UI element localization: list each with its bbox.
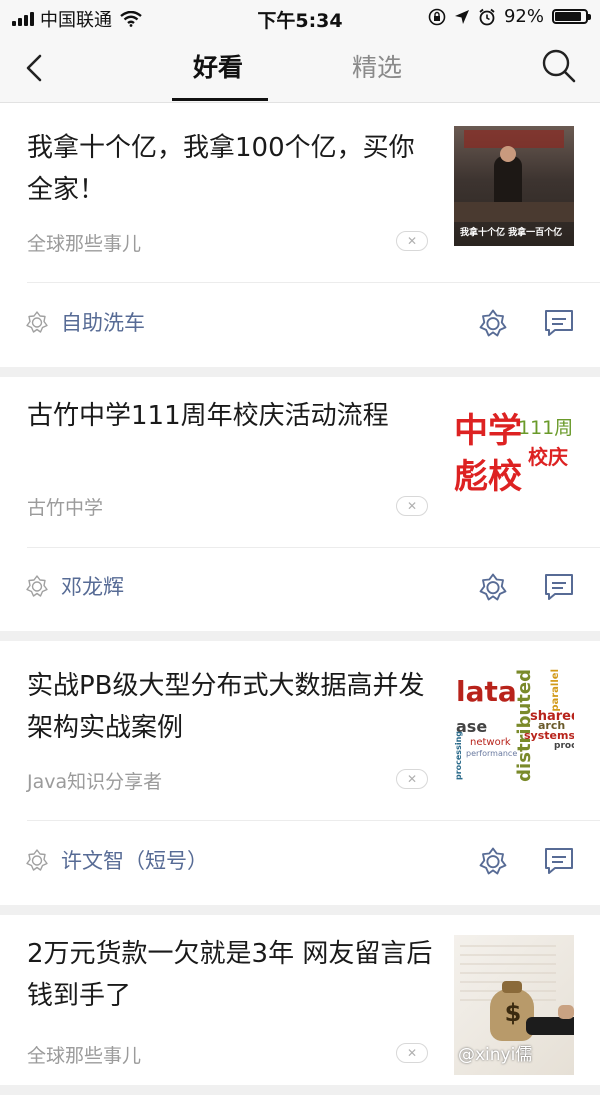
thumbnail-text: 中学: [454, 411, 522, 451]
tab-jingxuan[interactable]: 精选: [352, 48, 402, 84]
friend-recommendation[interactable]: 自助洗车: [25, 307, 145, 337]
wow-button[interactable]: [478, 308, 508, 338]
battery-icon: [552, 9, 591, 24]
alarm-icon: [479, 8, 495, 25]
comment-icon: [545, 574, 573, 600]
comment-icon: [545, 848, 573, 874]
article-title[interactable]: 我拿十个亿，我拿100个亿，买你全家！: [27, 127, 437, 211]
article-title[interactable]: 古竹中学111周年校庆活动流程: [27, 395, 437, 437]
dislike-button[interactable]: ✕: [396, 769, 428, 789]
comment-icon: [545, 310, 573, 336]
thumbnail-caption: 我拿十个亿 我拿一百个亿: [460, 228, 563, 238]
comment-button[interactable]: [543, 308, 575, 338]
thumbnail-word: parallel: [550, 669, 561, 712]
article-source: 全球那些事儿: [27, 1045, 142, 1067]
comment-button[interactable]: [543, 846, 575, 876]
article-thumbnail[interactable]: lata distributed parallel shared ase net…: [454, 669, 574, 789]
article-source: Java知识分享者: [27, 771, 163, 793]
thumbnail-text: 彪校: [454, 457, 522, 497]
thumbnail-word: performance: [466, 749, 518, 758]
wow-icon: [479, 309, 507, 337]
dislike-button[interactable]: ✕: [396, 1043, 428, 1063]
article-feed: 我拿十个亿，我拿100个亿，买你全家！ 全球那些事儿 ✕ 我拿十个亿 我拿一百个…: [0, 103, 600, 1095]
friend-name[interactable]: 许文智（短号）: [61, 845, 208, 875]
thumbnail-word: arch: [538, 719, 566, 732]
friend-recommendation[interactable]: 许文智（短号）: [25, 845, 208, 875]
search-button[interactable]: [540, 47, 578, 85]
tab-haokan[interactable]: 好看: [193, 48, 243, 84]
weibo-watermark: @xinyi儒: [458, 1045, 533, 1065]
active-tab-indicator: [172, 98, 268, 101]
card-footer: 许文智（短号）: [0, 821, 600, 905]
thumbnail-word: processing: [454, 731, 463, 781]
article-thumbnail[interactable]: 我拿十个亿 我拿一百个亿: [454, 126, 574, 246]
battery-level: [555, 12, 581, 21]
article-source: 古竹中学: [27, 497, 104, 519]
thumbnail-word: distributed: [514, 669, 535, 782]
article-title[interactable]: 实战PB级大型分布式大数据高并发架构实战案例: [27, 665, 437, 749]
wow-icon: [479, 573, 507, 601]
wow-button[interactable]: [478, 846, 508, 876]
location-icon: [454, 9, 469, 24]
thumbnail-word: network: [470, 737, 511, 748]
friend-name[interactable]: 邓龙辉: [61, 571, 124, 601]
card-footer: 自助洗车: [0, 283, 600, 367]
back-icon: [26, 54, 42, 82]
wow-icon: [26, 311, 48, 333]
back-button[interactable]: [20, 48, 52, 88]
thumbnail-word: proce: [554, 741, 574, 751]
search-icon: [542, 49, 576, 83]
dislike-button[interactable]: ✕: [396, 231, 428, 251]
article-thumbnail[interactable]: 中学 彪校 111周 校庆: [454, 397, 574, 517]
wow-button[interactable]: [478, 572, 508, 602]
status-bar: 中国联通 下午5:34 92%: [0, 0, 600, 34]
card-footer: 邓龙辉: [0, 547, 600, 631]
money-bag-symbol: $: [504, 999, 522, 1027]
article-card[interactable]: 我拿十个亿，我拿100个亿，买你全家！ 全球那些事儿 ✕ 我拿十个亿 我拿一百个…: [0, 103, 600, 367]
thumbnail-text: 111周: [518, 417, 574, 439]
wow-icon: [26, 575, 48, 597]
article-source: 全球那些事儿: [27, 233, 142, 255]
thumbnail-text: 校庆: [528, 445, 568, 469]
orientation-lock-icon: [428, 8, 446, 25]
battery-percent: 92%: [503, 6, 544, 27]
dislike-button[interactable]: ✕: [396, 496, 428, 516]
friend-recommendation[interactable]: 邓龙辉: [25, 571, 124, 601]
article-card[interactable]: 实战PB级大型分布式大数据高并发架构实战案例 Java知识分享者 ✕ lata …: [0, 641, 600, 905]
nav-bar: 好看 精选: [0, 34, 600, 103]
article-title[interactable]: 2万元货款一欠就是3年 网友留言后钱到手了: [27, 933, 437, 1017]
friend-name[interactable]: 自助洗车: [61, 307, 145, 337]
comment-button[interactable]: [543, 572, 575, 602]
article-card[interactable]: 古竹中学111周年校庆活动流程 古竹中学 ✕ 中学 彪校 111周 校庆 邓龙辉: [0, 377, 600, 631]
status-right: 92%: [428, 6, 591, 27]
thumbnail-word: lata: [456, 675, 517, 708]
wow-icon: [479, 847, 507, 875]
wow-icon: [26, 849, 48, 871]
